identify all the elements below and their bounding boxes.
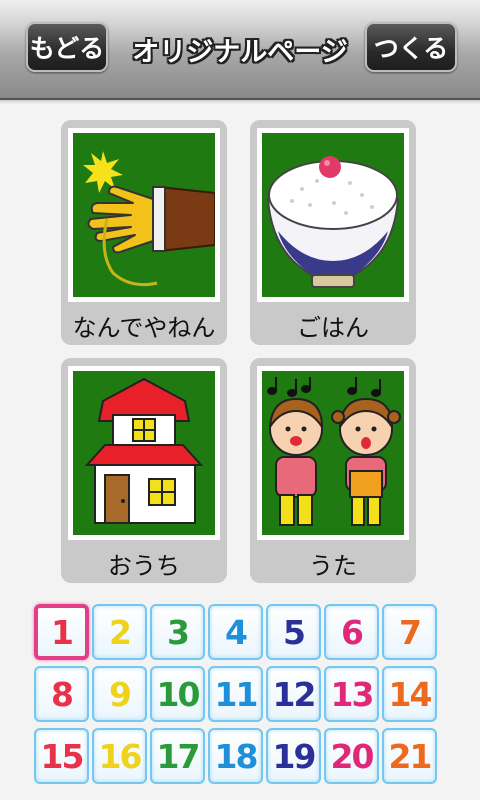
page-number: 5 bbox=[283, 612, 306, 652]
page-button-1[interactable]: 1 bbox=[34, 604, 89, 660]
page-number: 20 bbox=[330, 736, 375, 776]
rice-bowl-icon bbox=[262, 133, 404, 297]
page-button-15[interactable]: 15 bbox=[34, 728, 89, 784]
page-button-4[interactable]: 4 bbox=[208, 604, 263, 660]
page-number: 6 bbox=[341, 612, 364, 652]
card-picture bbox=[68, 366, 220, 540]
page-number: 4 bbox=[225, 612, 248, 652]
page-button-2[interactable]: 2 bbox=[92, 604, 147, 660]
page-button-18[interactable]: 18 bbox=[208, 728, 263, 784]
page-number: 2 bbox=[109, 612, 132, 652]
card-label: ごはん bbox=[297, 314, 369, 342]
singing-children-icon bbox=[262, 371, 404, 535]
page-number: 15 bbox=[40, 736, 85, 776]
page-button-3[interactable]: 3 bbox=[150, 604, 205, 660]
page-number: 17 bbox=[156, 736, 201, 776]
card-uta[interactable]: うた bbox=[250, 358, 416, 583]
page-number: 7 bbox=[399, 612, 422, 652]
page-number: 13 bbox=[330, 674, 375, 714]
page-button-16[interactable]: 16 bbox=[92, 728, 147, 784]
card-nandeyanen[interactable]: なんでやねん bbox=[61, 120, 227, 345]
slap-hand-icon bbox=[73, 133, 215, 297]
create-button[interactable]: つくる bbox=[365, 22, 457, 72]
page-number: 12 bbox=[272, 674, 317, 714]
page-number: 11 bbox=[214, 674, 259, 714]
page-number: 21 bbox=[388, 736, 433, 776]
page-button-9[interactable]: 9 bbox=[92, 666, 147, 722]
page-number: 8 bbox=[51, 674, 74, 714]
card-picture bbox=[257, 366, 409, 540]
page-number: 9 bbox=[109, 674, 132, 714]
page-button-14[interactable]: 14 bbox=[382, 666, 437, 722]
card-gohan[interactable]: ごはん bbox=[250, 120, 416, 345]
page-title: オリジナルページ bbox=[132, 37, 348, 68]
page-button-19[interactable]: 19 bbox=[266, 728, 321, 784]
page-button-11[interactable]: 11 bbox=[208, 666, 263, 722]
page-button-12[interactable]: 12 bbox=[266, 666, 321, 722]
page-number: 10 bbox=[156, 674, 201, 714]
card-ouchi[interactable]: おうち bbox=[61, 358, 227, 583]
page-button-10[interactable]: 10 bbox=[150, 666, 205, 722]
page-number: 18 bbox=[214, 736, 259, 776]
page-number: 3 bbox=[167, 612, 190, 652]
page-number: 1 bbox=[51, 612, 74, 652]
page-number: 19 bbox=[272, 736, 317, 776]
page-button-20[interactable]: 20 bbox=[324, 728, 379, 784]
page-button-6[interactable]: 6 bbox=[324, 604, 379, 660]
card-picture bbox=[68, 128, 220, 302]
card-picture bbox=[257, 128, 409, 302]
page-button-17[interactable]: 17 bbox=[150, 728, 205, 784]
page-button-13[interactable]: 13 bbox=[324, 666, 379, 722]
page-button-7[interactable]: 7 bbox=[382, 604, 437, 660]
page-button-8[interactable]: 8 bbox=[34, 666, 89, 722]
page-selector: 1 2 3 4 5 6 7 8 9 10 11 12 13 14 15 16 17 18 19 20 21 bbox=[34, 604, 438, 790]
card-label: うた bbox=[309, 552, 357, 580]
card-label: おうち bbox=[108, 552, 180, 580]
page-number: 16 bbox=[98, 736, 143, 776]
page-number: 14 bbox=[388, 674, 433, 714]
page-button-21[interactable]: 21 bbox=[382, 728, 437, 784]
back-button[interactable]: もどる bbox=[26, 22, 108, 72]
card-label: なんでやねん bbox=[72, 314, 216, 342]
page-button-5[interactable]: 5 bbox=[266, 604, 321, 660]
house-icon bbox=[73, 371, 215, 535]
header-bar: もどる オリジナルページ つくる bbox=[0, 0, 480, 104]
